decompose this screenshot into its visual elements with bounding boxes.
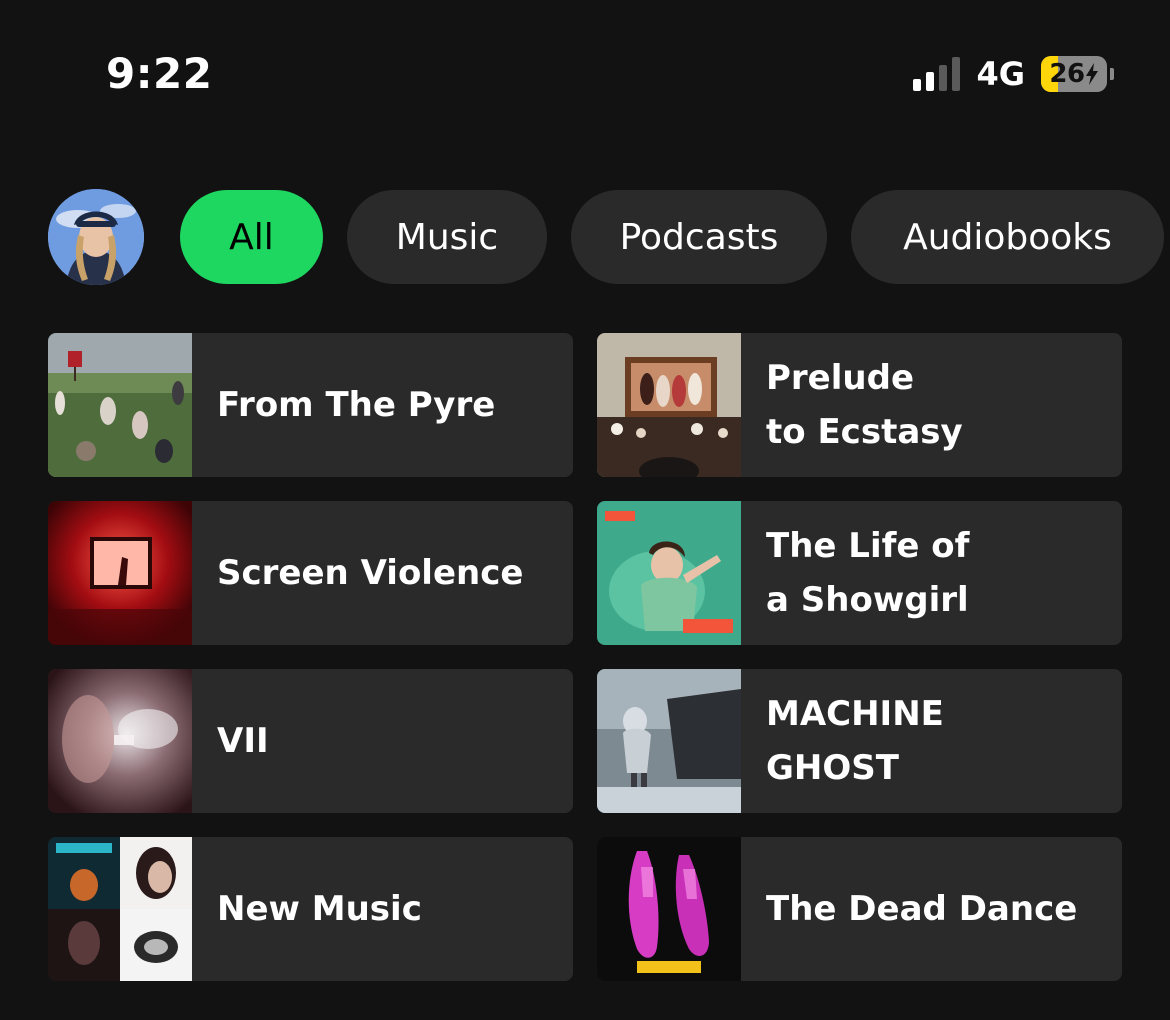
- shortcut-title: Screen Violence: [217, 553, 524, 593]
- album-cover: [597, 501, 741, 645]
- shortcut-tile[interactable]: The Life of a Showgirl: [597, 501, 1122, 645]
- album-cover: [597, 669, 741, 813]
- album-cover: [597, 837, 741, 981]
- album-cover: [597, 333, 741, 477]
- chip-audiobooks[interactable]: Audiobooks: [851, 190, 1164, 284]
- shortcut-tile[interactable]: Prelude to Ecstasy: [597, 333, 1122, 477]
- filter-chips: All Music Podcasts Audiobooks: [180, 190, 1164, 284]
- profile-avatar[interactable]: [48, 189, 144, 285]
- signal-icon: [913, 57, 961, 91]
- status-indicators: 4G 26: [913, 54, 1114, 94]
- shortcut-title: New Music: [217, 889, 422, 929]
- chip-all[interactable]: All: [180, 190, 323, 284]
- battery-level: 26: [1049, 59, 1085, 89]
- shortcut-tile[interactable]: The Dead Dance: [597, 837, 1122, 981]
- shortcut-tile[interactable]: VII: [48, 669, 573, 813]
- bolt-icon: [1085, 63, 1098, 85]
- album-cover: [48, 669, 192, 813]
- shortcut-title: VII: [217, 721, 269, 761]
- battery-icon: 26: [1041, 56, 1114, 92]
- playlist-collage-cover: [48, 837, 192, 981]
- chip-music[interactable]: Music: [347, 190, 547, 284]
- shortcut-title: MACHINE GHOST: [766, 694, 944, 788]
- shortcut-title: From The Pyre: [217, 385, 496, 425]
- status-time: 9:22: [106, 49, 213, 98]
- user-avatar-icon: [48, 189, 144, 285]
- album-cover: [48, 501, 192, 645]
- album-cover: [48, 333, 192, 477]
- shortcut-tile[interactable]: From The Pyre: [48, 333, 573, 477]
- shortcut-title: The Life of a Showgirl: [766, 526, 970, 620]
- shortcut-tile[interactable]: MACHINE GHOST: [597, 669, 1122, 813]
- shortcut-tile[interactable]: New Music: [48, 837, 573, 981]
- chip-podcasts[interactable]: Podcasts: [571, 190, 827, 284]
- shortcut-tile[interactable]: Screen Violence: [48, 501, 573, 645]
- shortcut-title: Prelude to Ecstasy: [766, 358, 963, 452]
- network-type: 4G: [976, 55, 1025, 93]
- shortcut-title: The Dead Dance: [766, 889, 1078, 929]
- home-screen: 9:22 4G 26 All Music Podcasts Audiobooks…: [0, 0, 1170, 1020]
- shortcut-grid: From The Pyre Prelude to Ecstasy Screen …: [48, 333, 1122, 981]
